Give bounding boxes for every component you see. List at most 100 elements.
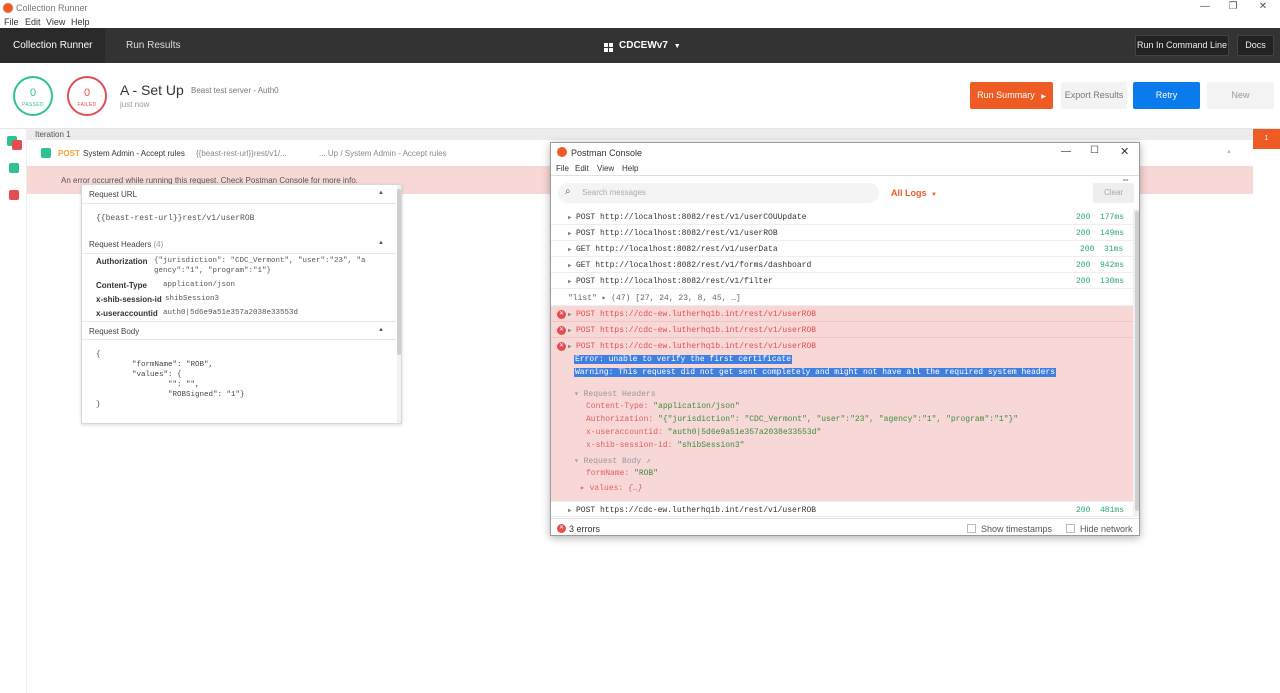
header-line: Authorization: "{"jurisdiction": "CDC_Ve… — [586, 415, 1019, 424]
postman-console-window: Postman Console — ☐ ✕ File Edit View Hel… — [550, 142, 1140, 536]
search-field[interactable]: ⌕ Search messages — [558, 183, 879, 203]
request-url-value: {{beast-rest-url}}rest/v1/userROB — [96, 214, 255, 223]
expand-icon[interactable]: ▶ — [568, 311, 572, 318]
body-line: ▸ values: {…} — [580, 484, 643, 493]
log-row-list[interactable]: "list" ▸ (47) [27, 24, 23, 8, 45, …] — [551, 289, 1133, 306]
error-log-row[interactable]: ✕ ▶ POST https://cdc-ew.lutherhq1b.int/res… — [551, 322, 1133, 338]
expand-icon[interactable]: ▶ — [568, 327, 572, 334]
run-in-command-line-button[interactable]: Run In Command Line — [1135, 35, 1229, 56]
header-key: Authorization — [96, 257, 148, 266]
section-title: Request Body — [89, 327, 140, 336]
request-body-toggle[interactable]: ▾ Request Body ↗ — [574, 456, 651, 466]
error-icon: ✕ — [557, 524, 566, 533]
minimize-icon[interactable]: — — [1061, 146, 1071, 157]
menu-view[interactable]: View — [597, 164, 614, 173]
grid-icon — [604, 41, 613, 52]
passed-label: PASSED — [22, 102, 44, 108]
show-timestamps-checkbox[interactable] — [967, 524, 976, 533]
failed-count: 0 — [83, 87, 91, 99]
retry-button[interactable]: Retry — [1133, 82, 1200, 109]
error-log-row[interactable]: ✕ ▶ POST https://cdc-ew.lutherhq1b.int/res… — [551, 306, 1133, 322]
header-value: auth0|5d6e9a51e357a2038e33553d — [163, 309, 299, 317]
log-row[interactable]: ▶ GET http://localhost:8082/rest/v1/userD… — [551, 241, 1133, 257]
docs-button[interactable]: Docs — [1237, 35, 1274, 56]
error-count[interactable]: 3 errors — [569, 524, 600, 534]
search-input[interactable]: Search messages — [582, 188, 646, 197]
tab-collection-runner[interactable]: Collection Runner — [0, 28, 105, 63]
error-icon: ✕ — [557, 310, 566, 319]
expand-icon[interactable]: ▶ — [568, 278, 572, 285]
collapse-icon[interactable]: ▲ — [378, 240, 384, 246]
menu-help[interactable]: Help — [622, 164, 638, 173]
detail-scrollbar[interactable] — [397, 185, 401, 423]
postman-logo-icon — [3, 3, 13, 13]
caret-right-icon: ▶ — [1041, 94, 1046, 100]
expand-icon[interactable]: ▶ — [568, 262, 572, 269]
request-method: POST — [58, 149, 80, 158]
hide-network-label: Hide network — [1080, 524, 1133, 534]
expand-icon[interactable]: ▶ — [568, 214, 572, 221]
run-summary-label: Run Summary — [977, 90, 1035, 100]
error-log-row-expanded[interactable]: ✕ ▶ POST https://cdc-ew.lutherhq1b.int/re… — [551, 338, 1133, 517]
close-icon[interactable]: ✕ — [1253, 1, 1273, 12]
passed-count: 0 — [29, 87, 37, 99]
log-level-dropdown[interactable]: All Logs ▼ — [891, 188, 937, 198]
maximize-icon[interactable]: ☐ — [1090, 145, 1099, 156]
error-message: Error: unable to verify the first certif… — [574, 355, 793, 364]
passed-status-icon[interactable] — [9, 163, 19, 173]
menu-file[interactable]: File — [556, 164, 569, 173]
log-row[interactable]: ▶ POST http://localhost:8082/rest/v1/user… — [551, 209, 1133, 225]
request-headers-section[interactable]: Request Headers (4) ▲ — [82, 235, 396, 254]
failed-filter-icon[interactable] — [12, 140, 22, 150]
hide-network-checkbox[interactable] — [1066, 524, 1075, 533]
collapse-icon[interactable]: ▲ — [378, 190, 384, 196]
passed-counter: 0 PASSED — [13, 76, 53, 116]
new-button[interactable]: New — [1207, 82, 1274, 109]
request-body-section[interactable]: Request Body ▲ — [82, 321, 396, 340]
tab-run-results[interactable]: Run Results — [105, 28, 210, 63]
request-headers-toggle[interactable]: ▾ Request Headers — [574, 389, 656, 399]
minimize-icon[interactable]: — — [1195, 1, 1215, 12]
app-menubar: File Edit View Help — [0, 16, 1280, 28]
collapse-icon[interactable]: ▲ — [1226, 149, 1232, 155]
iteration-badge[interactable]: 1 — [1253, 129, 1280, 149]
menu-view[interactable]: View — [46, 17, 65, 27]
workspace-selector[interactable]: CDCEWv7 ▼ — [619, 40, 681, 51]
console-log-list: ▶ POST http://localhost:8082/rest/v1/user… — [551, 209, 1133, 517]
menu-help[interactable]: Help — [71, 17, 90, 27]
header-value-cont: gency":"1", "program":"1"} — [154, 267, 272, 275]
warning-message: Warning: This request did not get sent c… — [574, 368, 1057, 377]
header-key: Content-Type — [96, 281, 147, 290]
header-key: x-shib-session-id — [96, 295, 162, 304]
failed-status-icon[interactable] — [9, 190, 19, 200]
export-results-button[interactable]: Export Results — [1061, 82, 1127, 109]
scrollbar-thumb[interactable] — [1135, 211, 1139, 511]
header-value: shibSession3 — [165, 295, 220, 303]
expand-icon[interactable]: ▶ — [568, 246, 572, 253]
menu-edit[interactable]: Edit — [25, 17, 41, 27]
expand-icon[interactable]: ▶ — [568, 230, 572, 237]
log-row[interactable]: ▶ POST https://cdc-ew.lutherhq1b.int/rest… — [551, 501, 1133, 517]
tab-label: Run Results — [126, 40, 181, 51]
collapse-icon[interactable]: ▲ — [378, 327, 384, 333]
menu-file[interactable]: File — [4, 17, 19, 27]
collapse-icon[interactable]: ▶ — [568, 343, 572, 350]
log-level-label: All Logs — [891, 188, 927, 198]
log-row[interactable]: ▶ POST http://localhost:8082/rest/v1/user… — [551, 225, 1133, 241]
expand-icon[interactable]: ▶ — [568, 507, 572, 514]
request-body-code: { "formName": "ROB", "values": { "": "",… — [96, 351, 245, 409]
log-row[interactable]: ▶ GET http://localhost:8082/rest/v1/forms… — [551, 257, 1133, 273]
menu-edit[interactable]: Edit — [575, 164, 589, 173]
window-title: Collection Runner — [16, 3, 88, 13]
console-scrollbar[interactable] — [1133, 209, 1139, 517]
result-sidebar — [0, 129, 27, 693]
run-summary-header: 0 PASSED 0 FAILED A - Set Up Beast test … — [0, 63, 1280, 129]
close-icon[interactable]: ✕ — [1120, 145, 1129, 158]
log-row[interactable]: ▶ POST http://localhost:8082/rest/v1/filt… — [551, 273, 1133, 289]
clear-button[interactable]: Clear — [1093, 183, 1134, 203]
request-url-section[interactable]: Request URL ▲ — [82, 185, 396, 204]
console-title: Postman Console — [571, 148, 643, 158]
body-line: formName: "ROB" — [586, 469, 659, 478]
restore-icon[interactable]: ❐ — [1223, 1, 1243, 12]
run-summary-button[interactable]: Run Summary ▶ — [970, 82, 1053, 109]
